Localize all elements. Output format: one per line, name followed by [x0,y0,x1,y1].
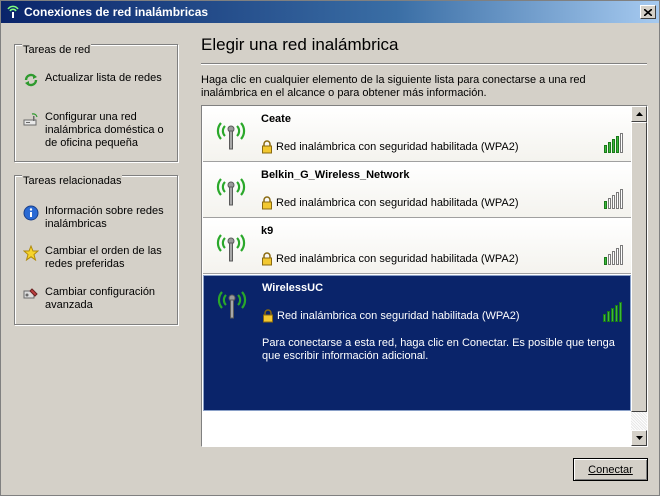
wireless-antenna-icon [216,178,246,206]
window-title: Conexiones de red inalámbricas [24,5,209,19]
signal-bar [616,192,619,209]
connect-button[interactable]: Conectar [573,458,648,481]
network-item-selected[interactable]: WirelessUC Red inalámbrica con seguridad… [203,275,631,411]
security-label: Red inalámbrica con seguridad habilitada… [276,253,519,265]
signal-bar [620,245,623,265]
signal-bar [612,195,615,209]
connect-hint: Para conectarse a esta red, haga clic en… [262,337,615,362]
network-item[interactable]: Belkin_G_Wireless_Network Red inalámbric… [203,163,631,218]
lock-icon [262,140,272,154]
wireless-connections-window: Conexiones de red inalámbricas Tareas de… [0,0,660,496]
advanced-settings-label: Cambiar configuración avanzada [45,286,156,311]
related-tasks-panel: Tareas relacionadas Información sobre re… [14,175,178,325]
change-preferred-order-link[interactable]: Cambiar el orden de las redes preferidas [23,245,173,271]
security-label: Red inalámbrica con seguridad habilitada… [277,310,520,322]
title-divider [201,63,647,65]
signal-bar [616,136,619,153]
signal-bar [608,142,611,153]
network-name: WirelessUC [262,282,324,294]
arrow-down-icon [635,436,643,440]
wireless-network-icon [5,4,21,20]
signal-bar [612,139,615,153]
advanced-settings-link[interactable]: Cambiar configuración avanzada [23,286,173,312]
signal-bar [604,201,607,209]
star-icon [23,245,39,261]
setup-wireless-network-label: Configurar una red inalámbrica doméstica… [45,111,164,149]
scroll-thumb[interactable] [631,122,647,412]
network-list[interactable]: Ceate Red inalámbrica con seguridad habi… [201,105,648,447]
signal-strength-indicator [602,300,622,322]
connect-button-label: Conectar [588,463,633,476]
scroll-up-button[interactable] [631,106,647,122]
security-label: Red inalámbrica con seguridad habilitada… [276,141,519,153]
network-name: k9 [261,225,274,237]
signal-bar [620,133,623,153]
security-status: Red inalámbrica con seguridad habilitada… [261,196,519,210]
setup-wizard-icon [23,111,39,127]
wireless-antenna-icon [216,234,246,262]
signal-bar [607,311,610,322]
network-tasks-title: Tareas de red [22,44,92,57]
vertical-scrollbar[interactable] [631,106,647,446]
wireless-info-link[interactable]: Información sobre redes inalámbricas [23,205,173,231]
security-label: Red inalámbrica con seguridad habilitada… [276,197,519,209]
scroll-down-button[interactable] [631,430,647,446]
refresh-network-list-label: Actualizar lista de redes [45,72,162,84]
signal-bar [604,145,607,153]
page-title: Elegir una red inalámbrica [201,35,399,54]
network-item[interactable]: Ceate Red inalámbrica con seguridad habi… [203,107,631,162]
wireless-info-label: Información sobre redes inalámbricas [45,205,164,230]
arrow-up-icon [635,112,643,116]
signal-bar [608,254,611,265]
network-name: Belkin_G_Wireless_Network [261,169,410,181]
change-preferred-order-label: Cambiar el orden de las redes preferidas [45,245,162,270]
network-list-items: Ceate Red inalámbrica con seguridad habi… [203,107,631,445]
close-icon [644,8,652,16]
close-button[interactable] [640,5,656,19]
network-tasks-panel: Tareas de red Actualizar lista de redes [14,44,178,162]
security-status: Red inalámbrica con seguridad habilitada… [261,252,519,266]
security-status: Red inalámbrica con seguridad habilitada… [262,309,520,323]
network-item[interactable]: k9 Red inalámbrica con seguridad habilit… [203,219,631,274]
signal-bar [612,251,615,265]
signal-bar [615,305,618,322]
signal-bar [603,314,606,322]
lock-icon [263,309,273,323]
refresh-icon [23,72,39,88]
signal-strength-indicator [603,243,623,265]
lock-icon [262,252,272,266]
settings-icon [23,286,39,302]
lock-icon [262,196,272,210]
signal-strength-indicator [603,131,623,153]
signal-bar [616,248,619,265]
wireless-antenna-icon [217,291,247,319]
setup-wireless-network-link[interactable]: Configurar una red inalámbrica doméstica… [23,111,173,150]
scroll-track[interactable] [631,412,647,430]
signal-bar [611,308,614,322]
network-name: Ceate [261,113,291,125]
signal-bar [620,189,623,209]
signal-bar [619,302,622,322]
wireless-antenna-icon [216,122,246,150]
related-tasks-title: Tareas relacionadas [22,175,123,188]
title-bar[interactable]: Conexiones de red inalámbricas [1,1,659,23]
info-icon [23,205,39,221]
signal-bar [604,257,607,265]
page-description: Haga clic en cualquier elemento de la si… [201,74,586,99]
security-status: Red inalámbrica con seguridad habilitada… [261,140,519,154]
signal-strength-indicator [603,187,623,209]
signal-bar [608,198,611,209]
refresh-network-list-link[interactable]: Actualizar lista de redes [23,72,173,88]
